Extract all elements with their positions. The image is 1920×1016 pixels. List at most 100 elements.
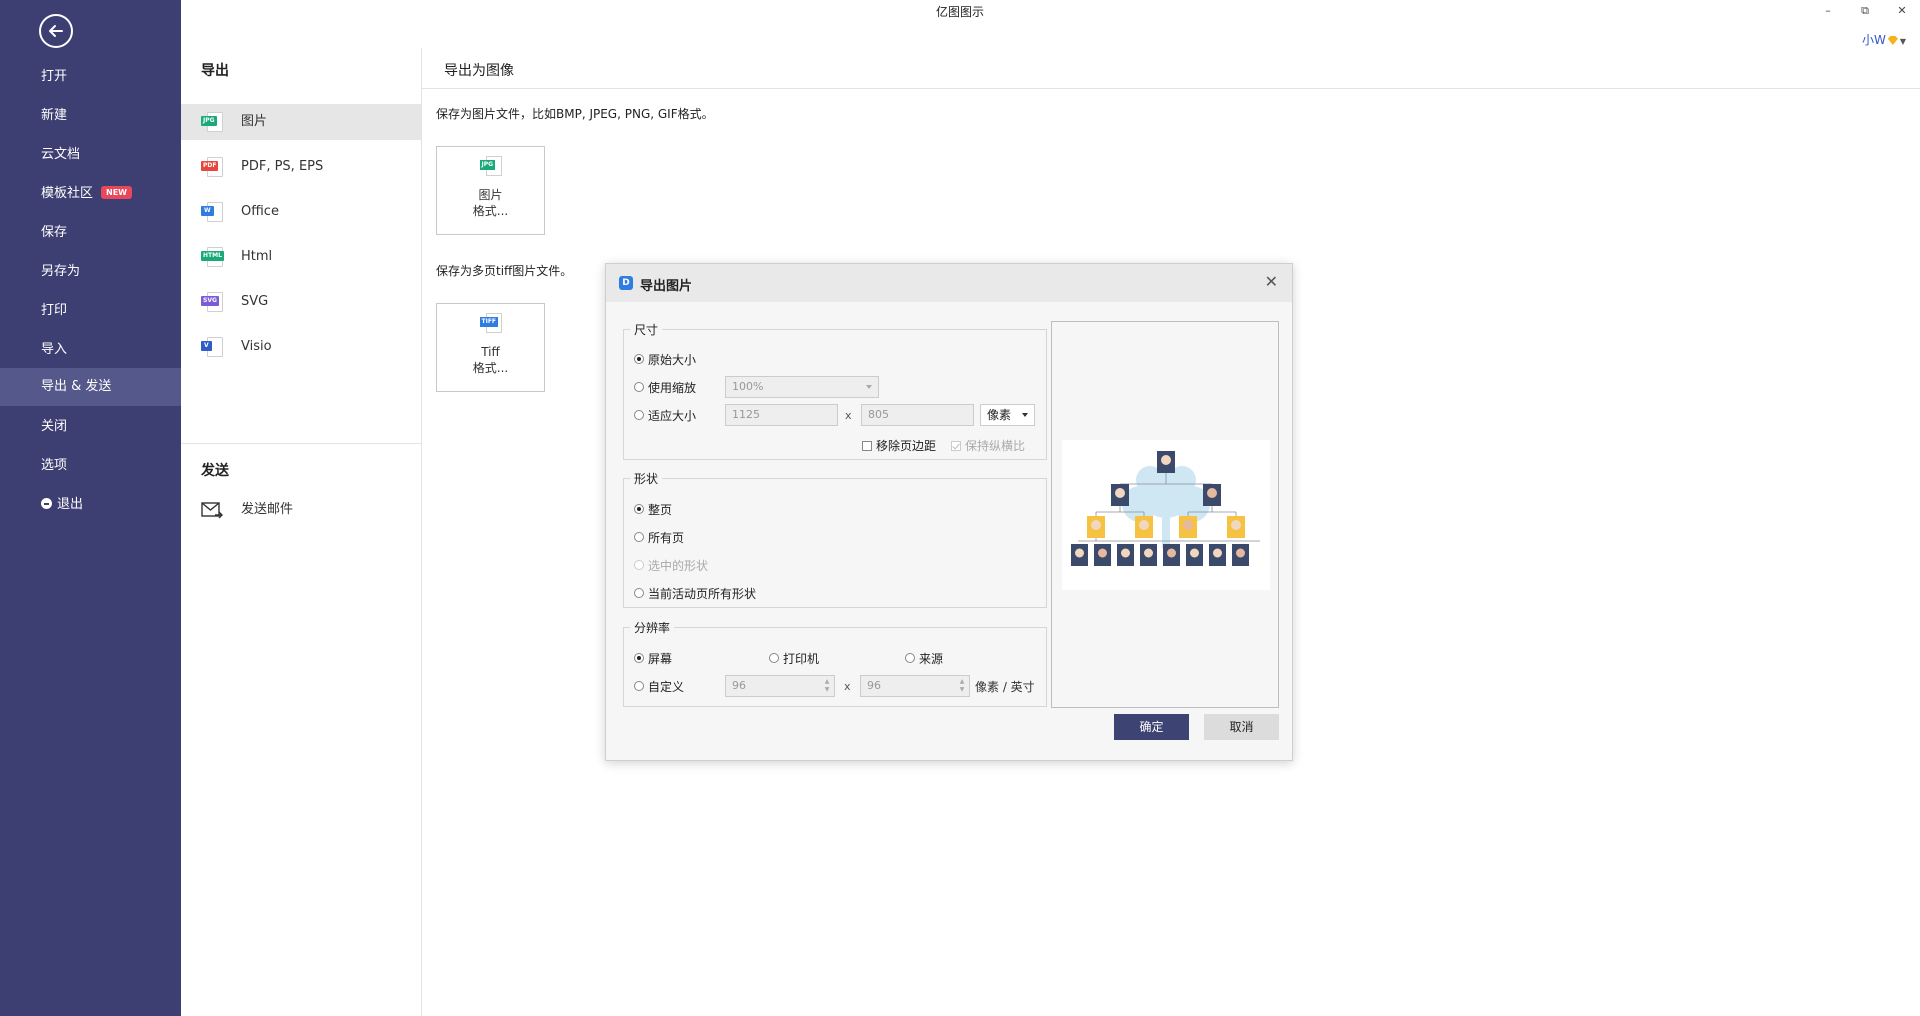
card-label: Tiff xyxy=(481,345,500,359)
export-item-html[interactable]: HTML Html xyxy=(181,239,421,275)
dpi-separator: x xyxy=(844,680,851,693)
radio-source[interactable]: 来源 xyxy=(905,650,943,666)
app-title: 亿图图示 xyxy=(935,5,984,19)
width-input[interactable]: 1125 xyxy=(725,404,838,426)
dpi-x-input[interactable]: 96 ▲ ▼ xyxy=(725,675,835,697)
nav-open[interactable]: 打开 xyxy=(0,58,181,96)
word-icon: W xyxy=(201,202,223,222)
radio-indicator xyxy=(634,560,644,570)
ok-button[interactable]: 确定 xyxy=(1114,714,1189,740)
zoom-value: 100% xyxy=(732,380,764,393)
jpg-icon: JPG xyxy=(479,156,502,176)
card-label: 图片 xyxy=(478,188,503,202)
nav-template-community[interactable]: 模板社区 NEW xyxy=(0,175,181,213)
export-item-visio[interactable]: V Visio xyxy=(181,329,421,365)
image-export-description: 保存为图片文件，比如BMP, JPEG, PNG, GIF格式。 xyxy=(436,107,714,121)
radio-indicator xyxy=(634,532,644,542)
radio-current-page-shapes[interactable]: 当前活动页所有形状 xyxy=(634,585,756,601)
export-preview xyxy=(1051,321,1279,708)
radio-indicator xyxy=(634,410,644,420)
tiff-export-description: 保存为多页tiff图片文件。 xyxy=(436,264,573,278)
size-separator: x xyxy=(845,409,852,422)
card-sublabel: 格式... xyxy=(472,361,509,375)
pdf-icon: PDF xyxy=(201,157,223,177)
radio-custom[interactable]: 自定义 xyxy=(634,678,684,694)
radio-indicator xyxy=(634,504,644,514)
user-name: 小W xyxy=(1862,33,1886,47)
resolution-group-legend: 分辨率 xyxy=(634,621,671,635)
radio-label: 自定义 xyxy=(648,679,685,694)
nav-exit[interactable]: 退出 xyxy=(0,486,181,524)
radio-label: 选中的形状 xyxy=(648,558,709,573)
radio-indicator xyxy=(634,382,644,392)
export-item-label: PDF, PS, EPS xyxy=(241,159,324,174)
dpi-y-value: 96 xyxy=(867,679,881,692)
svg-icon: SVG xyxy=(201,292,223,312)
user-menu[interactable]: 小W ▼ xyxy=(1862,31,1906,48)
export-item-pdf[interactable]: PDF PDF, PS, EPS xyxy=(181,149,421,185)
spinner-icon: ▲ ▼ xyxy=(959,678,965,693)
nav-label: 退出 xyxy=(57,497,84,512)
spinner-icon: ▲ ▼ xyxy=(824,678,830,693)
nav-cloud-docs[interactable]: 云文档 xyxy=(0,136,181,174)
radio-label: 屏幕 xyxy=(648,651,673,666)
image-format-card[interactable]: JPG 图片 格式... xyxy=(436,146,545,235)
close-window-button[interactable]: ✕ xyxy=(1891,2,1913,20)
send-item-email[interactable]: 发送邮件 xyxy=(181,492,421,528)
back-button[interactable] xyxy=(39,14,73,48)
nav-label: 模板社区 xyxy=(41,186,94,201)
radio-all-pages[interactable]: 所有页 xyxy=(634,529,684,545)
radio-label: 来源 xyxy=(919,651,944,666)
nav-save-as[interactable]: 另存为 xyxy=(0,253,181,291)
export-item-label: Html xyxy=(241,249,273,264)
nav-save[interactable]: 保存 xyxy=(0,214,181,252)
radio-printer[interactable]: 打印机 xyxy=(769,650,819,666)
nav-export-send[interactable]: 导出 & 发送 xyxy=(0,368,181,406)
export-item-label: SVG xyxy=(241,294,269,309)
tiff-format-card[interactable]: TIFF Tiff 格式... xyxy=(436,303,545,392)
radio-label: 原始大小 xyxy=(648,352,697,367)
radio-label: 所有页 xyxy=(648,530,685,545)
radio-fit-size[interactable]: 适应大小 xyxy=(634,407,696,423)
export-image-dialog: D 导出图片 ✕ 尺寸 原始大小 使用缩放 100% 适应大小 1125 x 8… xyxy=(605,263,1293,761)
cancel-button[interactable]: 取消 xyxy=(1204,714,1279,740)
export-item-svg[interactable]: SVG SVG xyxy=(181,284,421,320)
nav-print[interactable]: 打印 xyxy=(0,292,181,330)
radio-screen[interactable]: 屏幕 xyxy=(634,650,672,666)
radio-label: 打印机 xyxy=(783,651,820,666)
html-icon: HTML xyxy=(201,247,224,267)
nav-new[interactable]: 新建 xyxy=(0,97,181,135)
dialog-title: 导出图片 xyxy=(640,279,693,294)
export-item-image[interactable]: JPG 图片 xyxy=(181,104,421,140)
chevron-down-icon xyxy=(1022,413,1028,417)
radio-whole-page[interactable]: 整页 xyxy=(634,501,672,517)
remove-margin-checkbox[interactable]: 移除页边距 xyxy=(862,437,936,454)
radio-use-zoom[interactable]: 使用缩放 xyxy=(634,379,696,395)
chevron-down-icon: ▼ xyxy=(1899,37,1907,46)
tiff-icon: TIFF xyxy=(479,313,502,333)
export-item-office[interactable]: W Office xyxy=(181,194,421,230)
radio-original-size[interactable]: 原始大小 xyxy=(634,351,696,367)
radio-indicator xyxy=(634,653,644,663)
mail-icon xyxy=(201,502,223,519)
keep-ratio-checkbox[interactable]: 保持纵横比 xyxy=(951,437,1025,454)
nav-close[interactable]: 关闭 xyxy=(0,408,181,446)
export-section-title: 导出 xyxy=(201,63,229,79)
radio-indicator xyxy=(905,653,915,663)
nav-label: 选项 xyxy=(41,458,68,473)
minimize-button[interactable]: – xyxy=(1817,2,1839,20)
radio-indicator xyxy=(634,588,644,598)
dpi-y-input[interactable]: 96 ▲ ▼ xyxy=(860,675,970,697)
dialog-titlebar: D 导出图片 ✕ xyxy=(606,264,1292,302)
nav-label: 导出 & 发送 xyxy=(41,379,112,394)
unit-select[interactable]: 像素 xyxy=(980,404,1035,426)
close-icon[interactable]: ✕ xyxy=(1265,274,1278,290)
restore-button[interactable]: ⧉ xyxy=(1854,2,1876,20)
export-category-column: 导出 JPG 图片 PDF PDF, PS, EPS W Office HTML… xyxy=(181,48,422,1016)
nav-options[interactable]: 选项 xyxy=(0,447,181,485)
zoom-select[interactable]: 100% xyxy=(725,376,879,398)
radio-selected-shapes[interactable]: 选中的形状 xyxy=(634,557,708,573)
nav-import[interactable]: 导入 xyxy=(0,331,181,369)
height-input[interactable]: 805 xyxy=(861,404,974,426)
nav-label: 打开 xyxy=(41,69,68,84)
